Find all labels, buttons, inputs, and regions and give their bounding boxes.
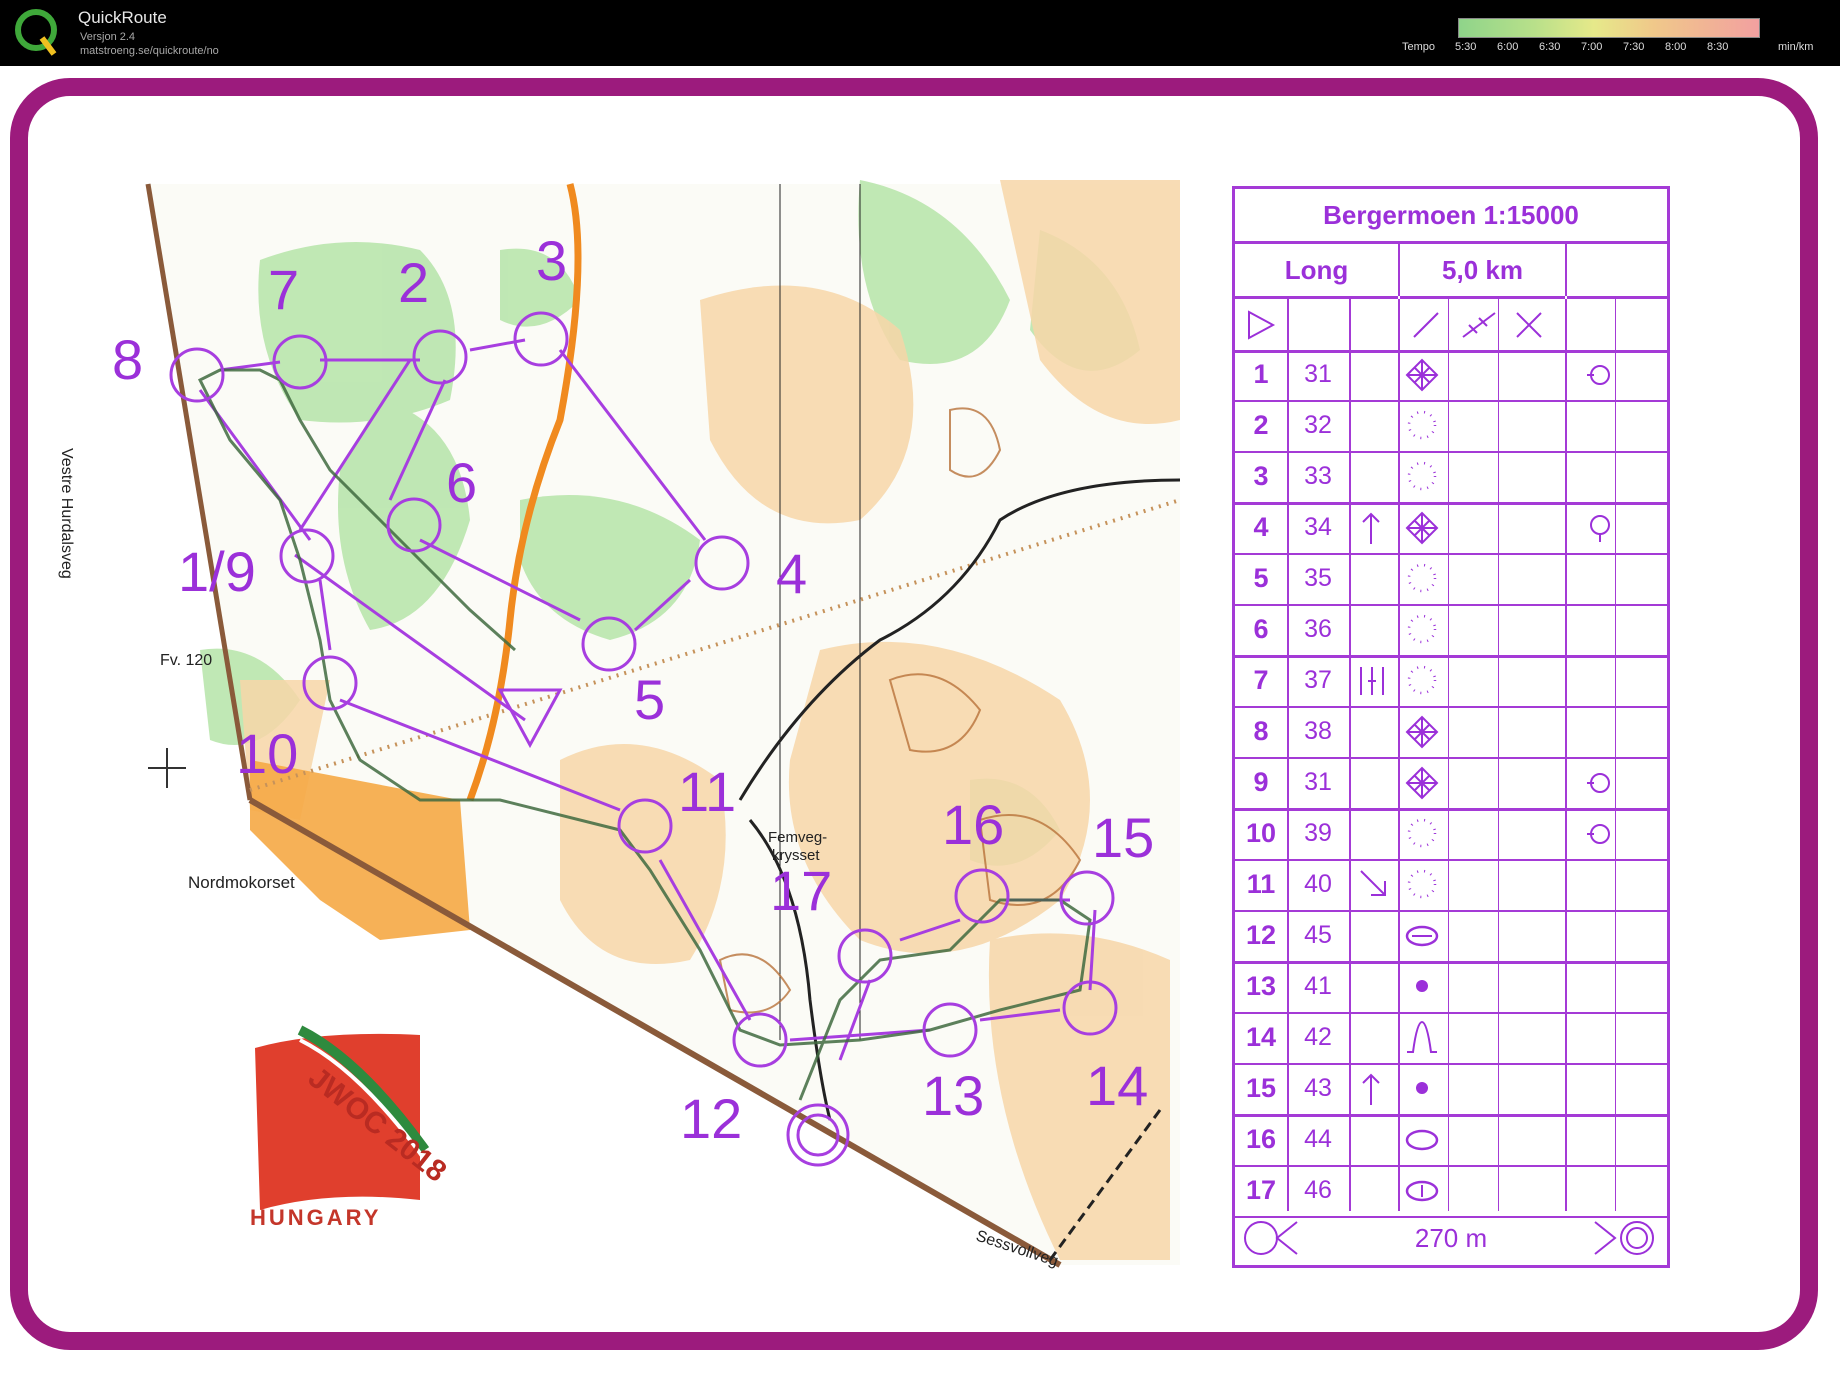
arrow-up-icon — [1362, 1073, 1380, 1105]
grid-line — [1448, 299, 1449, 1211]
grid-line — [1498, 299, 1499, 1211]
header-divider — [1565, 244, 1567, 296]
description-header-blank — [1567, 244, 1667, 299]
cross-icon — [1516, 312, 1542, 338]
jwoc-logo: JWOC 2018 HUNGARY — [250, 1025, 452, 1230]
description-row-10: 10 39 — [1235, 808, 1667, 861]
grid-line — [1287, 299, 1289, 1211]
control-number-13: 13 — [922, 1064, 985, 1127]
grid-line — [1565, 299, 1567, 1211]
elongated-ring-icon — [1405, 925, 1439, 947]
description-row-9: 9 31 — [1235, 757, 1667, 811]
logo-country: HUNGARY — [250, 1205, 381, 1230]
description-row-11: 11 40 — [1235, 859, 1667, 912]
description-row-12: 12 45 — [1235, 910, 1667, 964]
description-length: 5,0 km — [1400, 244, 1565, 299]
dot-icon — [1416, 1082, 1428, 1094]
thicket-icon — [1405, 511, 1439, 545]
control-number-15: 15 — [1092, 806, 1155, 869]
control-number-4: 4 — [776, 542, 808, 605]
description-row-1: 1 31 — [1235, 349, 1667, 402]
dot-ring-icon — [1590, 515, 1610, 542]
grid-line — [1349, 299, 1351, 1211]
description-title: Bergermoen 1:15000 — [1235, 189, 1667, 244]
description-row-7: 7 37 — [1235, 655, 1667, 708]
header-divider — [1398, 244, 1400, 296]
control-number-10: 10 — [236, 722, 299, 785]
dotted-circle-icon — [1407, 665, 1437, 695]
control-description-sheet: Bergermoen 1:15000 Long 5,0 km 1 31 2 32 3… — [1232, 186, 1670, 1268]
finish-end-icon — [1594, 1221, 1654, 1255]
start-triangle-icon — [1248, 310, 1276, 340]
dot-icon — [1416, 980, 1428, 992]
thicket-icon — [1405, 715, 1439, 749]
control-number-8: 8 — [112, 328, 144, 391]
dotted-circle-icon — [1407, 461, 1437, 491]
description-row-3: 3 33 — [1235, 451, 1667, 505]
symbol-header-row — [1235, 299, 1667, 353]
dot-ring-icon — [1587, 773, 1610, 793]
control-number-3: 3 — [536, 229, 568, 292]
place-label-nordmokorset: Nordmokorset — [188, 873, 295, 892]
control-number-16: 16 — [942, 793, 1005, 856]
control-number-17: 17 — [770, 859, 833, 922]
control-number-14: 14 — [1086, 1054, 1149, 1117]
line-feature-icon — [1413, 312, 1439, 338]
arrow-down-right-icon — [1360, 870, 1386, 896]
dotted-circle-icon — [1407, 563, 1437, 593]
description-row-8: 8 38 — [1235, 706, 1667, 759]
dotted-circle-icon — [1407, 818, 1437, 848]
thicket-icon — [1405, 766, 1439, 800]
finish-distance: 270 m — [1414, 1223, 1488, 1253]
description-row-16: 16 44 — [1235, 1114, 1667, 1167]
elongated-ring-icon — [1405, 1180, 1439, 1202]
place-label-femveg: Femveg- — [768, 829, 827, 846]
knoll-profile-icon — [1407, 1020, 1437, 1053]
description-footer: 270 m — [1235, 1211, 1667, 1265]
road-label-fv120: Fv. 120 — [160, 652, 212, 669]
arrow-up-icon — [1362, 512, 1380, 544]
finish-start-icon — [1244, 1221, 1298, 1255]
dot-ring-icon — [1587, 365, 1610, 385]
crossing-line-icon — [1462, 312, 1496, 338]
dotted-circle-icon — [1407, 614, 1437, 644]
between-icon — [1360, 667, 1384, 695]
thicket-icon — [1405, 358, 1439, 392]
control-number-7: 7 — [268, 258, 300, 321]
control-number-6: 6 — [446, 451, 478, 514]
grid-line — [1615, 299, 1616, 1211]
grid-line — [1398, 299, 1400, 1211]
dotted-circle-icon — [1407, 410, 1437, 440]
description-row-2: 2 32 — [1235, 400, 1667, 453]
description-row-14: 14 42 — [1235, 1012, 1667, 1065]
description-row-5: 5 35 — [1235, 553, 1667, 606]
control-number-1-9: 1/9 — [178, 540, 256, 603]
road-label-vestre-hurdalsveg: Vestre Hurdalsveg — [58, 448, 75, 579]
dot-ring-icon — [1587, 824, 1610, 844]
elongated-ring-icon — [1405, 1129, 1439, 1151]
control-number-12: 12 — [680, 1087, 743, 1150]
description-row-15: 15 43 — [1235, 1063, 1667, 1117]
description-class: Long — [1235, 244, 1398, 299]
description-row-6: 6 36 — [1235, 604, 1667, 658]
description-row-13: 13 41 — [1235, 961, 1667, 1014]
description-row-4: 4 34 — [1235, 502, 1667, 555]
control-number-11: 11 — [678, 760, 737, 823]
control-number-2: 2 — [398, 251, 430, 314]
dotted-circle-icon — [1407, 869, 1437, 899]
crosshair-icon — [148, 748, 186, 788]
control-number-5: 5 — [634, 668, 666, 731]
